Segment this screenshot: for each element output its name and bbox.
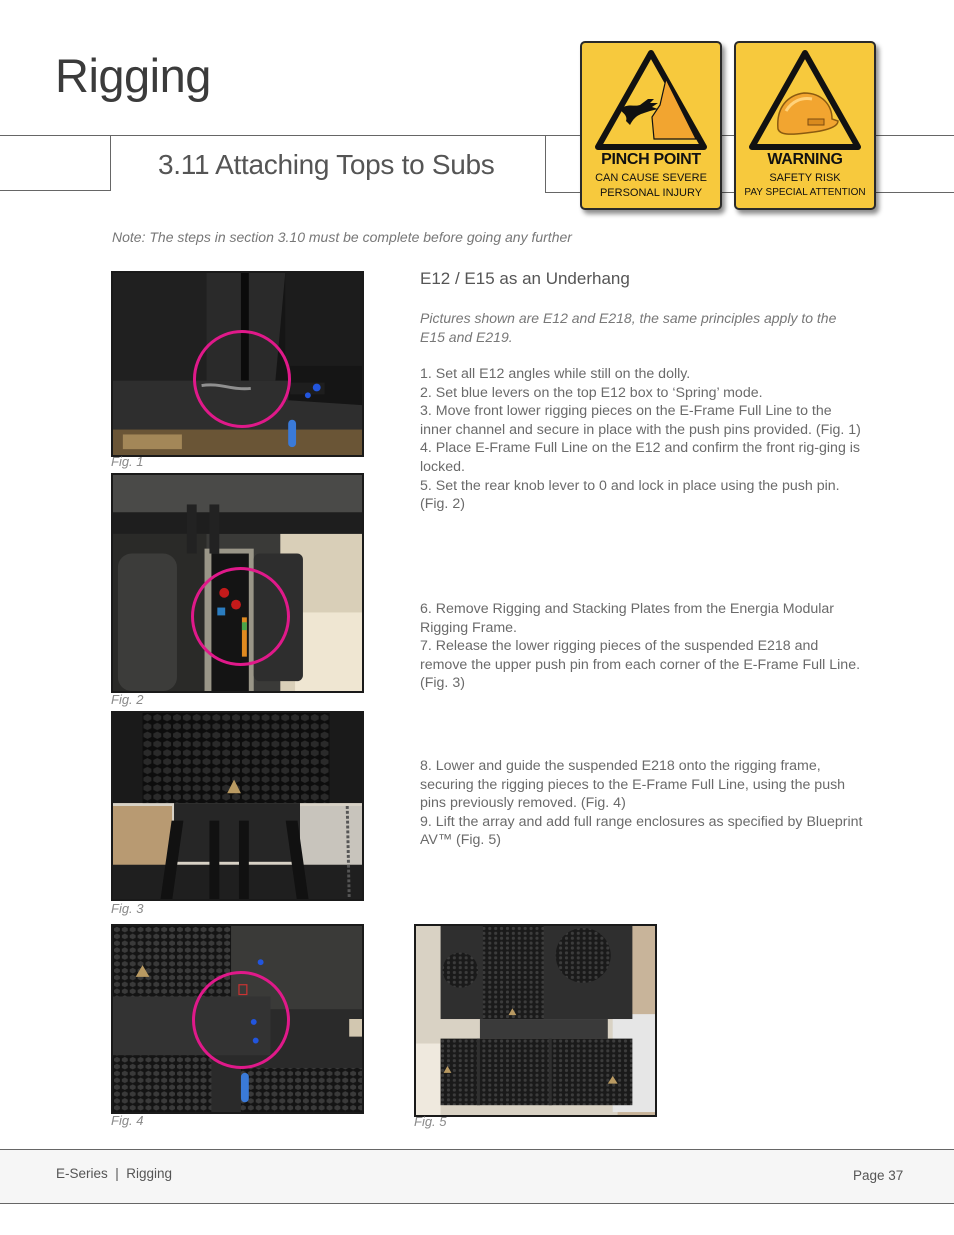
step-item: 8. Lower and guide the suspended E218 on…	[420, 758, 846, 812]
step-item: 5. Set the rear knob lever to 0 and lock…	[420, 477, 840, 513]
step-item: 4. Place E-Frame Full Line on the E12 an…	[420, 440, 861, 475]
footer-breadcrumb: E-Series | Rigging	[56, 1166, 173, 1181]
figure-1-caption: Fig. 1	[111, 454, 144, 469]
header-rule-bottom-far	[874, 192, 954, 193]
intro-text: Pictures shown are E12 and E218, the sam…	[420, 310, 837, 345]
step-item: 2. Set blue levers on the top E12 box to…	[420, 384, 763, 401]
figure-5-caption: Fig. 5	[414, 1114, 447, 1129]
steps-group-3: 8. Lower and guide the suspended E218 on…	[420, 757, 865, 850]
warning-sign: WARNING SAFETY RISK PAY SPECIAL ATTENTIO…	[734, 41, 876, 210]
figure-5-photo	[414, 924, 657, 1117]
section-title: 3.11 Attaching Tops to Subs	[158, 149, 495, 180]
step-item: 3. Move front lower rigging pieces on th…	[420, 403, 861, 438]
step-item: 9. Lift the array and add full range enc…	[420, 813, 863, 849]
figure-3-caption: Fig. 3	[111, 901, 144, 916]
prerequisite-note: Note: The steps in section 3.10 must be …	[112, 229, 572, 245]
pinch-point-hand-icon	[595, 50, 707, 150]
figure-1-highlight-ring	[193, 330, 291, 428]
pinch-point-sign: PINCH POINT CAN CAUSE SEVERE PERSONAL IN…	[580, 41, 722, 210]
page-number: Page 37	[853, 1168, 904, 1183]
header-rule-bottom-left	[0, 190, 111, 191]
warning-line1: SAFETY RISK	[769, 172, 841, 184]
header-rule-divider-right	[545, 136, 546, 192]
step-item: 6. Remove Rigging and Stacking Plates fr…	[420, 601, 835, 636]
page-title: Rigging	[55, 49, 211, 102]
header-rule-top-mid	[720, 135, 734, 136]
warning-title: WARNING	[767, 151, 843, 168]
hard-hat-icon	[749, 50, 861, 150]
pinch-point-line1: CAN CAUSE SEVERE	[595, 172, 707, 184]
header-rule-bottom-mid	[720, 192, 734, 193]
figure-4-highlight-ring	[192, 971, 290, 1069]
pinch-point-line2: PERSONAL INJURY	[599, 187, 703, 199]
warning-line2: PAY SPECIAL ATTENTION	[744, 187, 866, 198]
figure-4-caption: Fig. 4	[111, 1113, 144, 1128]
steps-group-1: 1. Set all E12 angles while still on the…	[420, 365, 865, 514]
header-rule-divider-left	[110, 135, 111, 191]
pinch-point-title: PINCH POINT	[601, 151, 701, 168]
steps-group-2: 6. Remove Rigging and Stacking Plates fr…	[420, 600, 865, 693]
figure-2-caption: Fig. 2	[111, 692, 144, 707]
header-rule-bottom-right	[545, 192, 581, 193]
step-item: 7. Release the lower rigging pieces of t…	[420, 638, 861, 692]
subsection-heading: E12 / E15 as an Underhang	[420, 269, 630, 288]
figure-3-photo	[111, 711, 364, 901]
header-rule-top-right	[874, 135, 954, 136]
step-item: 1. Set all E12 angles while still on the…	[420, 366, 691, 382]
header-rule-top	[0, 135, 580, 136]
figure-2-highlight-ring	[191, 567, 290, 666]
